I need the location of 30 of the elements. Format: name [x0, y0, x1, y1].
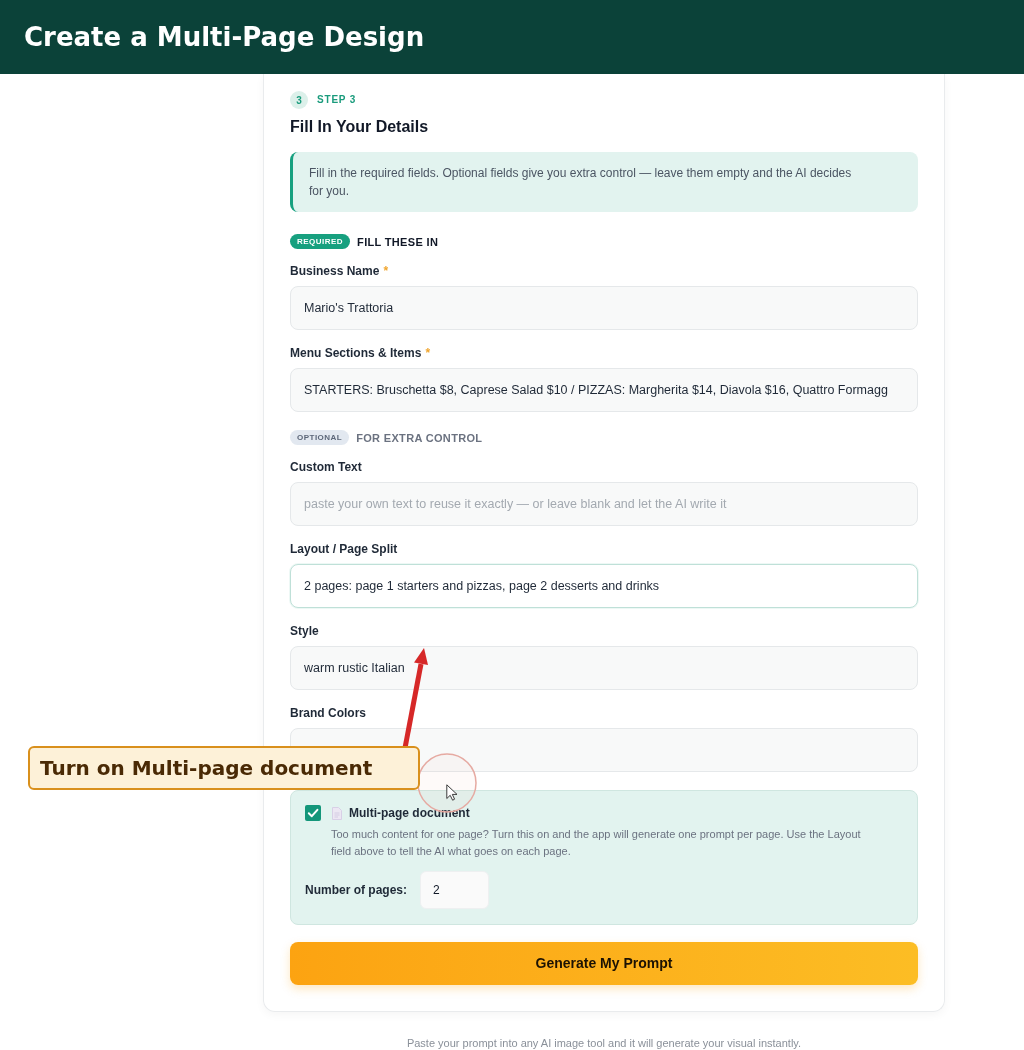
field-label: Business Name * [290, 263, 390, 279]
section-caption: FOR EXTRA CONTROL [356, 430, 483, 445]
text-input[interactable]: paste your own text to reuse it exactly — or leave blank and let the AI write it [290, 482, 918, 526]
text-input[interactable]: STARTERS: Bruschetta $8, Caprese Salad $10 / PIZZAS: Margherita $14, Diavola $16, Quattro Formagg [290, 368, 918, 412]
option-label: Multi-page document [349, 805, 470, 821]
step-number: 3 [290, 91, 308, 109]
section-title: Fill In Your Details [290, 117, 430, 137]
required-tag: REQUIRED [290, 234, 351, 249]
info-note: Fill in the required fields. Optional fields give you extra control — leave them empty and the AI decides for you. [290, 152, 918, 212]
page-title: Create a Multi-Page Design [24, 21, 425, 53]
generate-button[interactable]: Generate My Prompt [290, 942, 918, 985]
pages-label: Number of pages: [305, 882, 407, 898]
field-label: Layout / Page Split [290, 541, 399, 557]
text-input[interactable]: Mario's Trattoria [290, 286, 918, 330]
step-label: STEP 3 [317, 94, 357, 106]
field-label: Brand Colors [290, 705, 367, 721]
option-description: Too much content for one page? Turn this on and the app will generate one prompt per page. Use the Layout field above to tell the AI what goes on each page. [331, 827, 862, 859]
checkbox[interactable] [305, 805, 321, 821]
section-caption: FILL THESE IN [357, 234, 439, 249]
text-input[interactable]: warm rustic Italian [290, 646, 918, 690]
optional-tag: OPTIONAL [290, 430, 350, 445]
document-icon [332, 806, 342, 820]
field-label: Style [290, 623, 320, 639]
text-input[interactable]: 2 pages: page 1 starters and pizzas, page 2 desserts and drinks [290, 564, 918, 608]
field-label: Menu Sections & Items * [290, 345, 432, 361]
footer-note: Paste your prompt into any AI image tool and it will generate your visual instantly. [405, 1036, 803, 1050]
pages-input[interactable]: 2 [420, 871, 489, 909]
field-label: Custom Text [290, 459, 363, 475]
cursor-icon [446, 784, 458, 801]
annotation-tooltip: Turn on Multi-page document [28, 746, 420, 790]
